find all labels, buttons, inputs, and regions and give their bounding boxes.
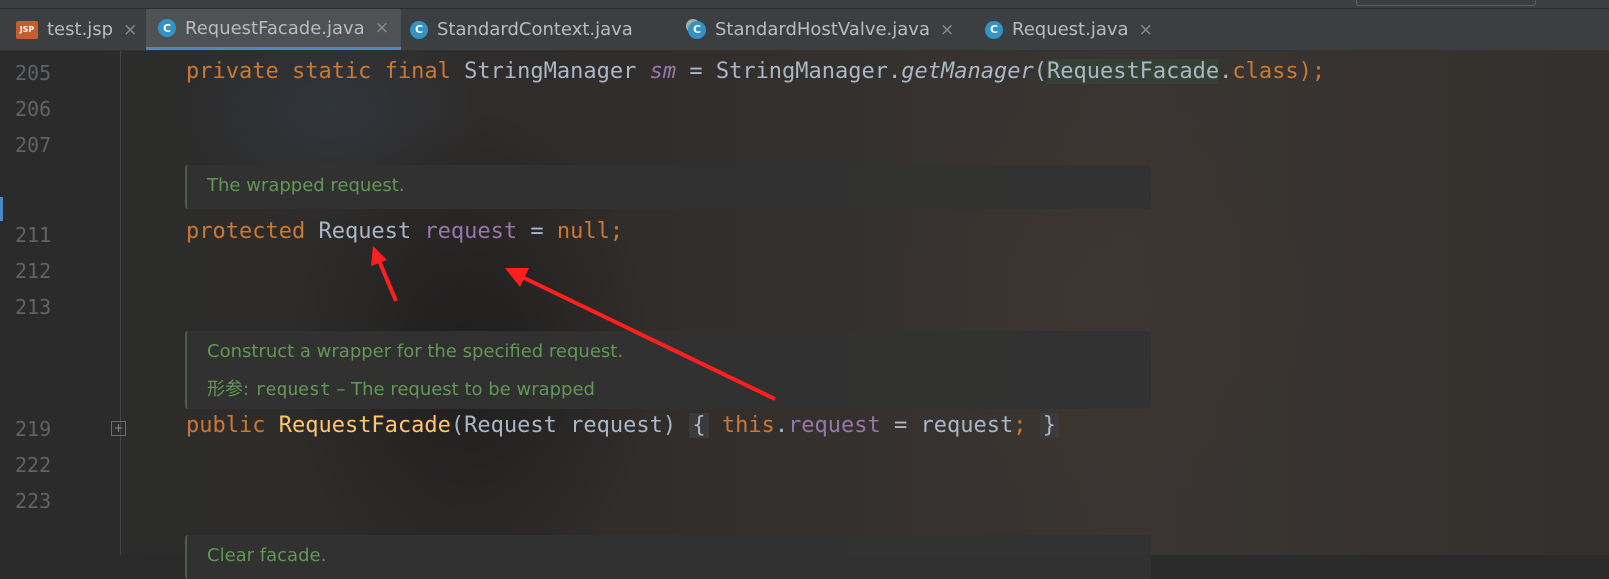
- annotation-arrow: [505, 268, 776, 401]
- annotation-arrow: [371, 246, 398, 302]
- annotation-arrows: [371, 246, 776, 401]
